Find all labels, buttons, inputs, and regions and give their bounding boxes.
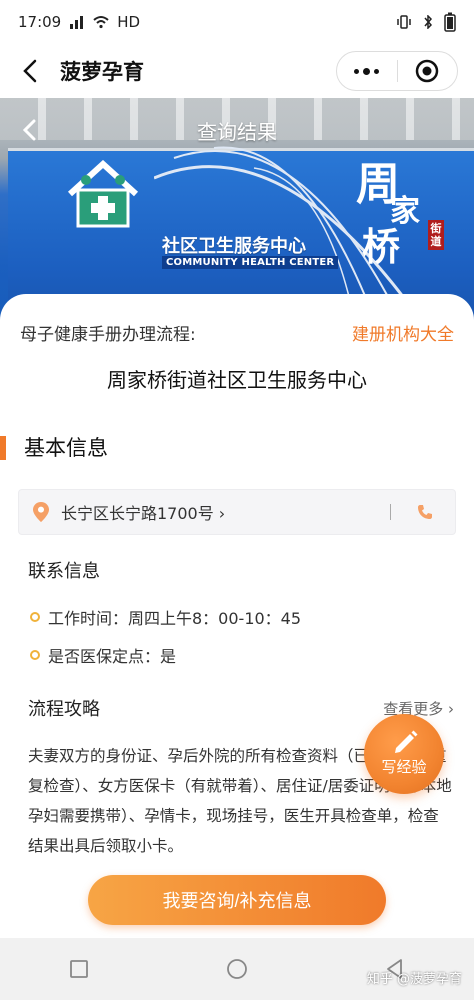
center-sign-cn: 社区卫生服务中心 <box>162 236 306 257</box>
status-bar: 17:09 HD <box>0 0 474 44</box>
vibrate-icon <box>397 15 411 29</box>
watermark: 知乎 @菠萝孕育 <box>366 972 462 987</box>
more-dot-icon <box>354 68 360 74</box>
insurance-line: 是否医保定点：是 <box>0 643 474 667</box>
battery-icon <box>444 12 456 32</box>
contact-title: 联系信息 <box>28 561 100 582</box>
phone-icon[interactable] <box>417 504 433 520</box>
insurance-text: 是否医保定点：是 <box>48 647 177 666</box>
center-name: 周家桥街道社区卫生服务中心 <box>107 368 367 392</box>
target-icon <box>416 59 439 83</box>
pen-icon <box>395 730 418 753</box>
write-experience-label: 写经验 <box>381 758 427 776</box>
street-sign: 周 家 桥 街道 <box>356 148 446 278</box>
signal-icon <box>70 16 84 29</box>
close-miniapp-button[interactable] <box>398 59 458 83</box>
center-sign-en: COMMUNITY HEALTH CENTER <box>162 256 339 269</box>
section-accent-bar <box>0 436 6 460</box>
wifi-icon <box>93 16 109 29</box>
title-bar: 菠萝孕育 <box>0 44 474 98</box>
more-dot-icon <box>374 68 380 74</box>
chevron-left-icon <box>23 59 37 83</box>
health-center-logo <box>67 160 139 228</box>
bullet-dot-icon <box>30 650 40 660</box>
network-label: HD <box>117 13 141 31</box>
result-title: 查询结果 <box>197 120 277 144</box>
back-button[interactable] <box>18 56 42 86</box>
address-text[interactable]: 长宁区长宁路1700号 › <box>61 500 390 524</box>
more-dot-icon <box>363 67 371 75</box>
consult-button[interactable]: 我要咨询/补充信息 <box>88 875 386 925</box>
bullet-dot-icon <box>30 612 40 622</box>
page-title: 菠萝孕育 <box>60 60 144 84</box>
work-hours-line: 工作时间：周四上午8：00-10：45 <box>0 605 474 629</box>
chevron-left-icon[interactable] <box>20 118 38 142</box>
address-row[interactable]: 长宁区长宁路1700号 › <box>18 489 456 535</box>
guide-title: 流程攻略 <box>28 699 100 720</box>
miniapp-capsule <box>336 51 458 91</box>
institutions-link[interactable]: 建册机构大全 <box>352 320 454 345</box>
flow-row: 母子健康手册办理流程: 建册机构大全 <box>0 294 474 370</box>
write-experience-button[interactable]: 写经验 <box>364 714 444 794</box>
section-title: 基本信息 <box>24 436 108 460</box>
home-icon[interactable] <box>225 957 249 981</box>
work-hours-text: 工作时间：周四上午8：00-10：45 <box>48 609 302 628</box>
sign-char: 桥 <box>362 224 401 269</box>
more-button[interactable] <box>337 67 397 75</box>
bluetooth-icon <box>424 15 433 29</box>
recent-apps-icon[interactable] <box>67 957 91 981</box>
sign-tag: 街道 <box>428 220 444 250</box>
divider <box>390 504 391 520</box>
flow-label: 母子健康手册办理流程: <box>20 324 196 345</box>
section-header: 基本信息 <box>0 433 474 463</box>
status-time: 17:09 <box>18 13 62 31</box>
location-pin-icon <box>33 502 49 522</box>
bottom-action-bar: 我要咨询/补充信息 <box>0 862 474 938</box>
